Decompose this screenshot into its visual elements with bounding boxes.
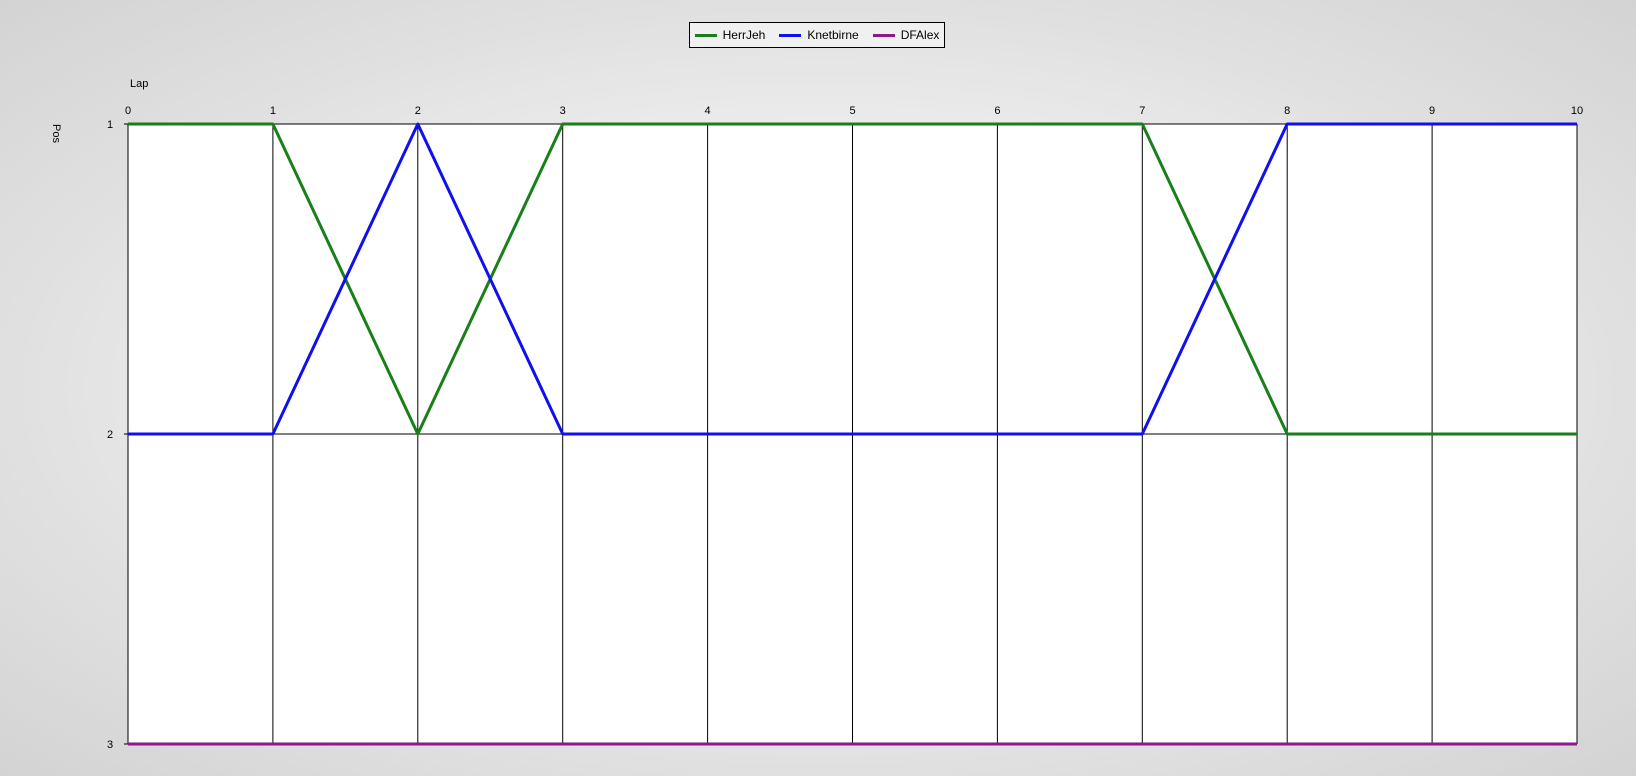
- y-tick-label-3: 3: [107, 739, 113, 751]
- x-tick-label-4: 4: [705, 105, 711, 117]
- x-tick-label-0: 0: [125, 105, 131, 117]
- x-tick-label-6: 6: [994, 105, 1000, 117]
- x-tick-label-8: 8: [1284, 105, 1290, 117]
- y-tick-label-1: 1: [107, 119, 113, 131]
- x-tick-label-9: 9: [1429, 105, 1435, 117]
- position-chart: 0 1 2 3 4 5 6 7 8 9 10123: [107, 105, 1583, 751]
- x-tick-label-7: 7: [1139, 105, 1145, 117]
- y-tick-label-2: 2: [107, 429, 113, 441]
- x-tick-label-3: 3: [560, 105, 566, 117]
- x-tick-label-2: 2: [415, 105, 421, 117]
- x-tick-label-10: 10: [1571, 105, 1583, 117]
- x-tick-label-5: 5: [849, 105, 855, 117]
- x-tick-label-1: 1: [270, 105, 276, 117]
